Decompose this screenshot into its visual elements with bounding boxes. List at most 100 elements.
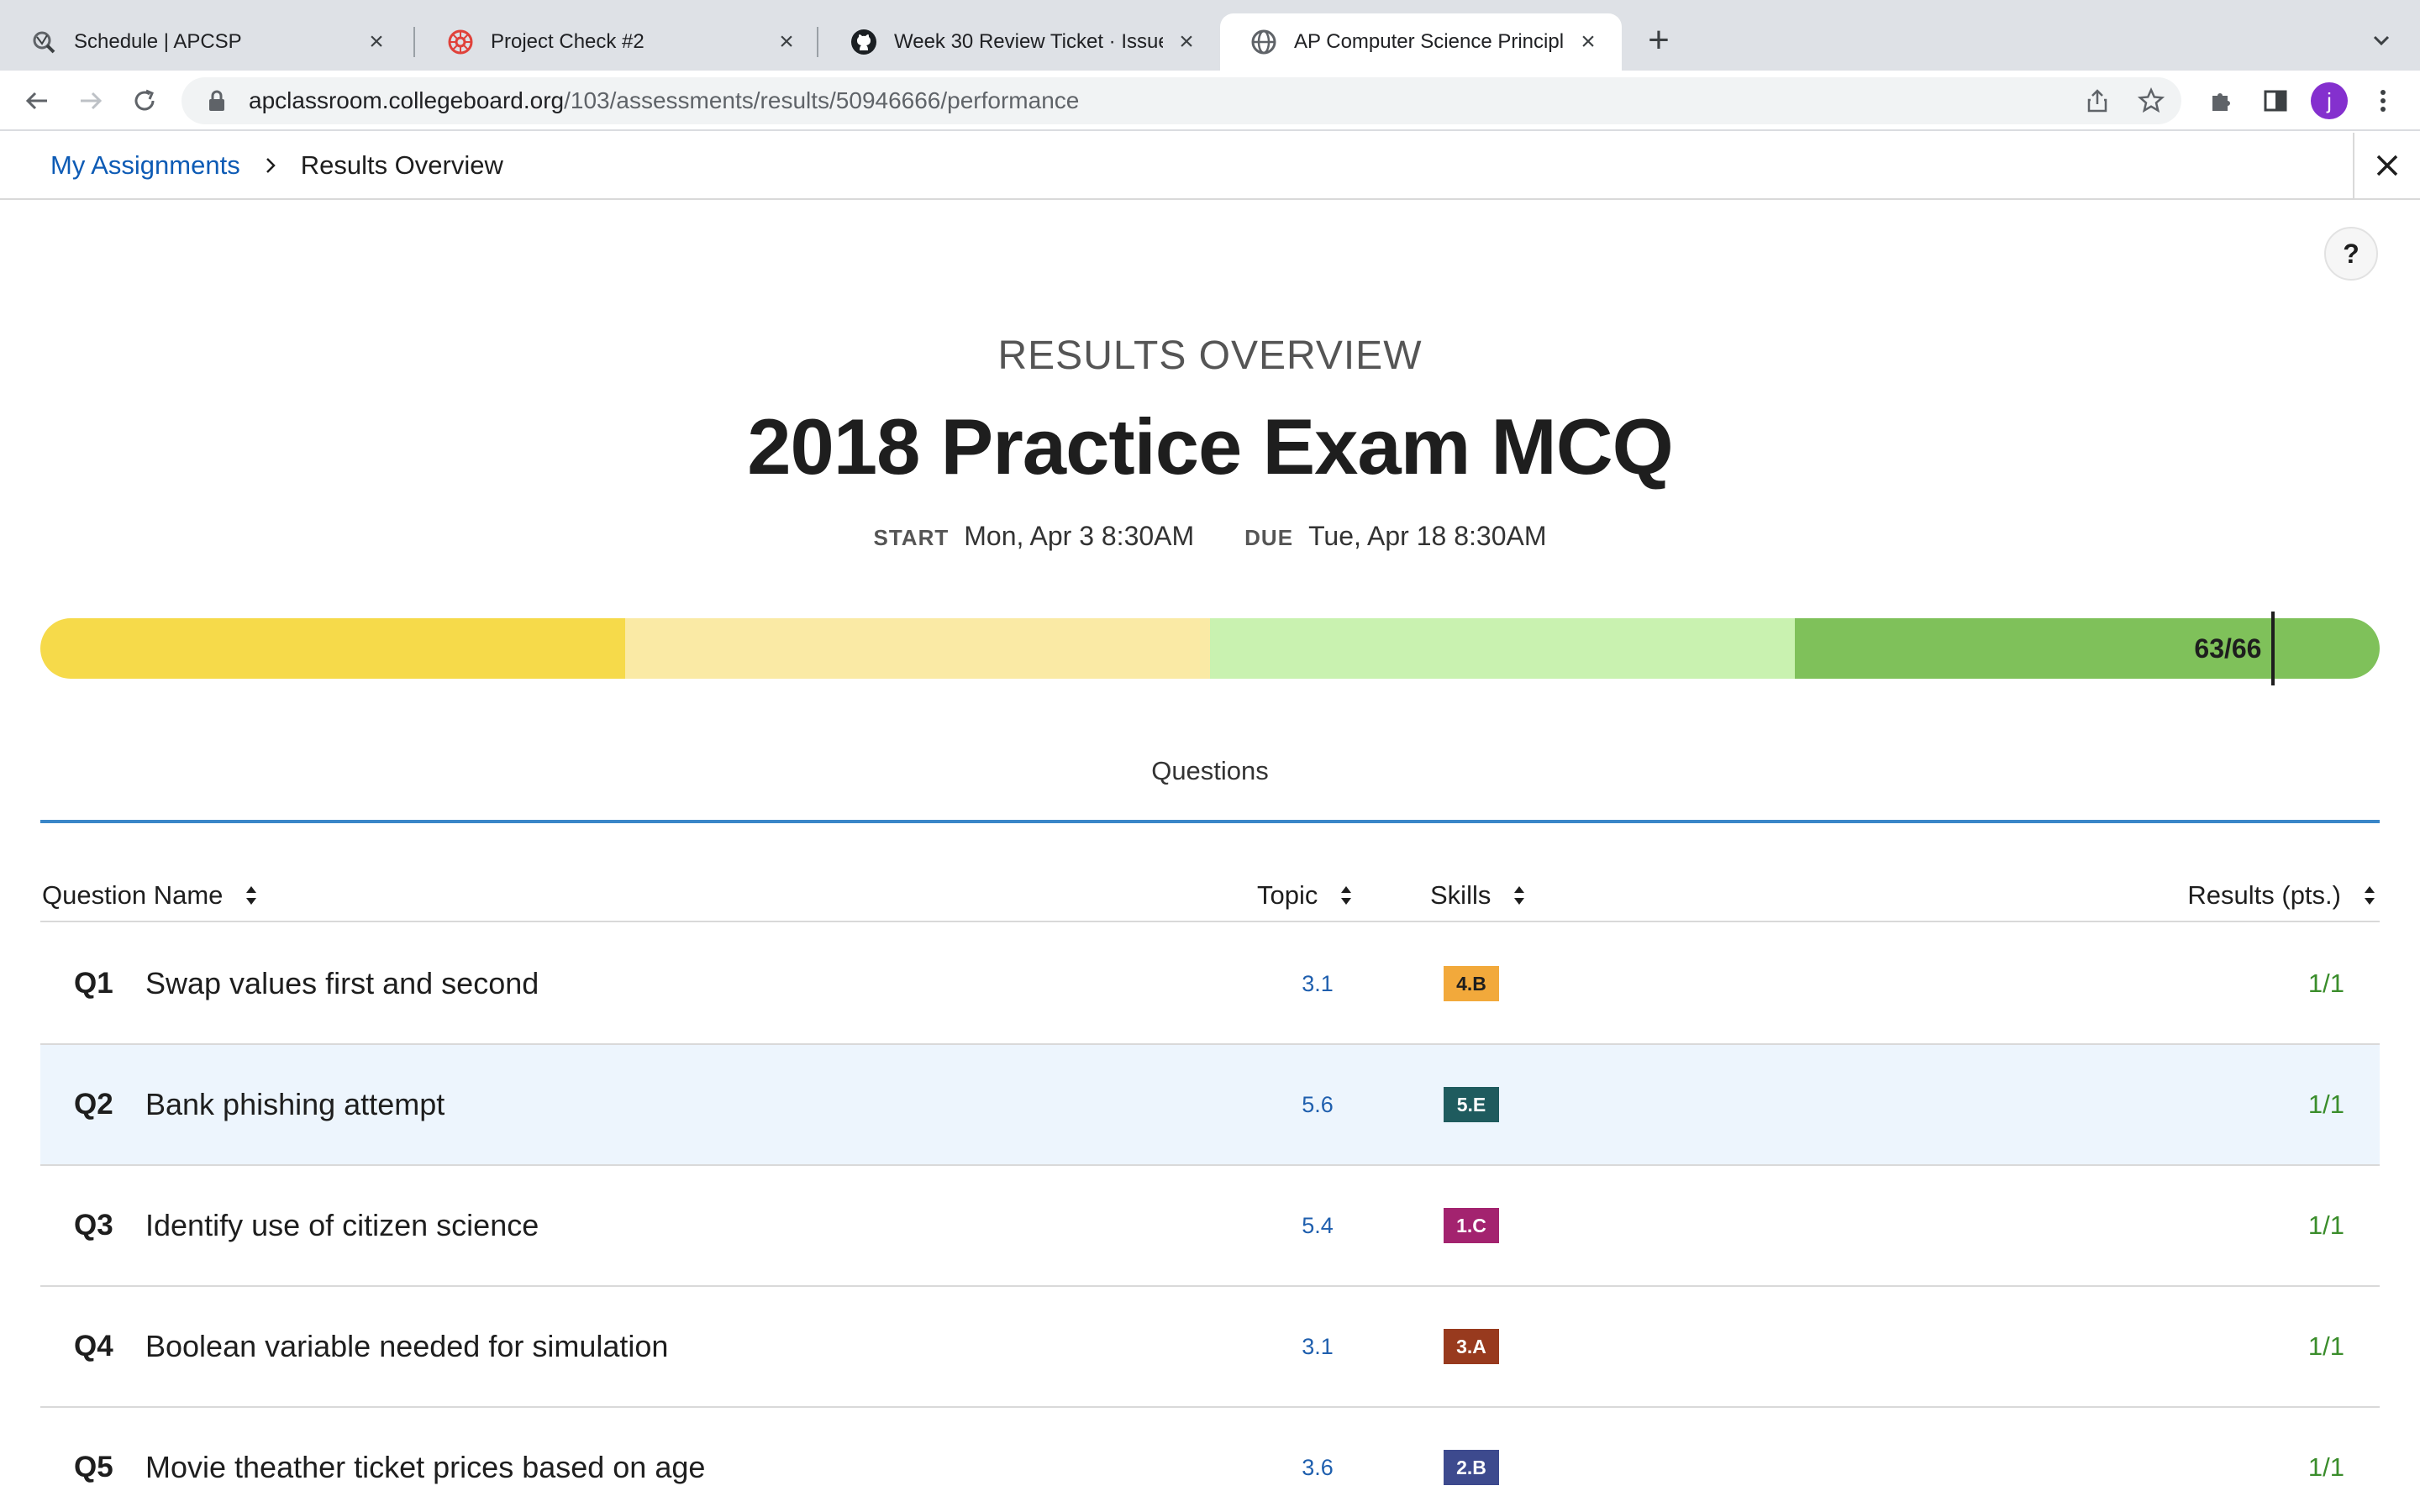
skill-badge: 5.E [1444,1087,1499,1122]
assignment-dates: START Mon, Apr 3 8:30AM DUE Tue, Apr 18 … [0,521,2420,552]
arrow-left-icon [25,92,47,110]
url-host: apclassroom.collegeboard.org [249,87,565,113]
close-tab-icon[interactable]: × [1575,28,1602,55]
tab-title: Project Check #2 [491,30,644,53]
skill-badge: 4.B [1444,966,1499,1001]
column-header-question-name[interactable]: Question Name [42,870,258,921]
page-title: 2018 Practice Exam MCQ [747,402,1673,491]
sort-icon[interactable] [2363,883,2376,908]
column-header-label: Skills [1430,880,1491,910]
table-row[interactable]: Q5 Movie theather ticket prices based on… [40,1408,2380,1512]
browser-toolbar: apclassroom.collegeboard.org/103/assessm… [0,71,2420,131]
tab-underline [40,820,2380,823]
share-icon[interactable] [2077,81,2118,121]
reload-button[interactable] [124,81,165,121]
question-points: 1/1 [2307,1452,2344,1482]
score-marker [2271,612,2275,685]
table-row[interactable]: Q1 Swap values first and second 3.1 4.B … [40,924,2380,1045]
topic-link[interactable]: 5.4 [1276,1166,1360,1285]
globe-icon [1250,29,1277,55]
kebab-menu-icon[interactable] [2363,81,2403,121]
extensions-puzzle-icon[interactable] [2202,81,2242,121]
question-points: 1/1 [2307,1089,2344,1119]
sort-icon[interactable] [1512,883,1526,908]
tab-separator [413,27,415,57]
topic-link[interactable]: 3.6 [1276,1408,1360,1512]
red-gear-favicon-icon [447,29,474,55]
column-header-results[interactable]: Results (pts.) [2187,870,2376,921]
browser-tab[interactable]: Week 30 Review Ticket · Issue × [820,13,1220,71]
tab-questions[interactable]: Questions [0,756,2420,786]
tab-title: Schedule | APCSP [74,30,242,53]
forward-button[interactable] [71,81,111,121]
topic-link[interactable]: 5.6 [1276,1045,1360,1164]
breadcrumb-my-assignments-link[interactable]: My Assignments [50,150,240,181]
question-name[interactable]: Swap values first and second [145,924,539,1043]
start-date: Mon, Apr 3 8:30AM [964,521,1195,551]
column-header-label: Results (pts.) [2187,880,2341,910]
score-band-4 [1795,618,2380,679]
question-name[interactable]: Identify use of citizen science [145,1166,539,1285]
close-button[interactable] [2353,133,2420,198]
question-name[interactable]: Bank phishing attempt [145,1045,445,1164]
table-row[interactable]: Q4 Boolean variable needed for simulatio… [40,1287,2380,1408]
url-text: apclassroom.collegeboard.org/103/assessm… [249,87,1079,114]
address-bar[interactable]: apclassroom.collegeboard.org/103/assessm… [182,77,2181,124]
sort-icon[interactable] [1339,883,1353,908]
question-number: Q3 [74,1209,113,1242]
score-label: 63/66 [2194,633,2262,664]
column-header-label: Topic [1257,880,1318,910]
column-header-skills[interactable]: Skills [1430,870,1526,921]
help-button[interactable]: ? [2324,227,2378,281]
question-name[interactable]: Boolean variable needed for simulation [145,1287,668,1406]
question-points: 1/1 [2307,1210,2344,1240]
question-number: Q2 [74,1088,113,1121]
side-panel-icon[interactable] [2255,81,2296,121]
github-icon [850,29,877,55]
browser-tab[interactable]: Project Check #2 × [417,13,820,71]
score-progress-bar [40,618,2380,679]
app-header: My Assignments Results Overview [0,133,2420,200]
url-path: /103/assessments/results/50946666/perfor… [564,87,1080,113]
skill-badge: 3.A [1444,1329,1499,1364]
bookmark-star-icon[interactable] [2131,81,2171,121]
arrow-right-icon [81,92,103,110]
apcsp-favicon-icon [30,29,57,55]
tab-search-chevron-icon[interactable] [2363,22,2400,59]
close-icon [2376,155,2398,176]
close-tab-icon[interactable]: × [1173,28,1200,55]
new-tab-button[interactable]: + [1639,19,1679,60]
browser-tab-strip: Schedule | APCSP × Project Check #2 × We… [0,0,2420,71]
score-band-3 [1210,618,1795,679]
close-tab-icon[interactable]: × [773,28,800,55]
question-number: Q5 [74,1451,113,1483]
topic-link[interactable]: 3.1 [1276,924,1360,1043]
reload-icon [134,89,155,111]
topic-link[interactable]: 3.1 [1276,1287,1360,1406]
back-button[interactable] [17,81,57,121]
skill-badge: 2.B [1444,1450,1499,1485]
question-points: 1/1 [2307,1331,2344,1361]
tab-title: AP Computer Science Principle [1294,30,1565,53]
profile-initial: j [2311,82,2348,119]
table-row[interactable]: Q3 Identify use of citizen science 5.4 1… [40,1166,2380,1287]
lock-icon[interactable] [205,89,229,113]
browser-tab[interactable]: Schedule | APCSP × [0,13,410,71]
close-tab-icon[interactable]: × [363,28,390,55]
due-label: DUE [1244,525,1294,550]
column-header-label: Question Name [42,880,224,910]
browser-tab-active[interactable]: AP Computer Science Principle × [1220,13,1622,71]
breadcrumb-current: Results Overview [300,150,503,180]
score-band-2 [625,618,1210,679]
tab-title: Week 30 Review Ticket · Issue [894,30,1163,53]
start-label: START [873,525,950,550]
question-name[interactable]: Movie theather ticket prices based on ag… [145,1408,705,1512]
column-header-topic[interactable]: Topic [1257,870,1353,921]
breadcrumb: My Assignments Results Overview [50,133,503,198]
skill-badge: 1.C [1444,1208,1499,1243]
sort-icon[interactable] [245,883,258,908]
profile-avatar[interactable]: j [2309,81,2349,121]
tab-separator [817,27,818,57]
table-row[interactable]: Q2 Bank phishing attempt 5.6 5.E 1/1 [40,1045,2380,1166]
page-eyebrow: RESULTS OVERVIEW [997,333,1423,378]
